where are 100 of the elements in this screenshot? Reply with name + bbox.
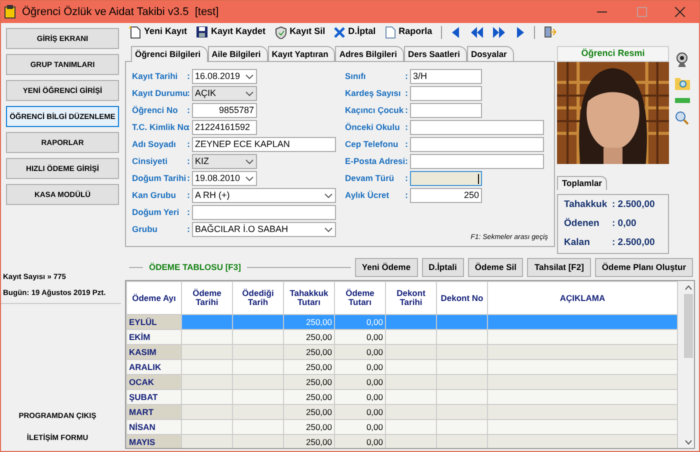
table-cell: 250,00 (284, 330, 334, 344)
new-document-icon (129, 26, 141, 38)
table-cell: 0,00 (334, 314, 386, 330)
table-cell (386, 390, 436, 404)
colon: : (187, 104, 191, 117)
table-cell: 0,00 (334, 374, 386, 390)
payment-button[interactable]: D.İptali (422, 258, 464, 276)
toolbar-button[interactable]: Kayıt Kaydet (196, 25, 266, 39)
window-title: Öğrenci Özlük ve Aidat Takibi v3.5 [test] (22, 4, 219, 20)
photo-header: Öğrenci Resmi (557, 46, 669, 62)
chevron-down-icon (245, 90, 254, 96)
total-value: : 0,00 (612, 216, 636, 231)
double-arrow-left-icon[interactable] (470, 26, 484, 38)
total-label: Ödenen (564, 216, 600, 231)
column-header[interactable]: Ödeme Ayı (126, 282, 182, 314)
table-cell: 0,00 (334, 404, 386, 420)
input-field[interactable] (410, 120, 544, 135)
table-cell (386, 404, 436, 420)
payment-button[interactable]: Tahsilat [F2] (527, 258, 591, 276)
search-icon[interactable] (675, 111, 689, 125)
dropdown[interactable]: BAĞCILAR İ.O SABAH (192, 222, 336, 237)
shield-icon (274, 26, 287, 38)
total-value: : 2.500,00 (612, 198, 655, 212)
tab[interactable]: Adres Bilgileri (335, 46, 404, 61)
table-cell (436, 360, 488, 374)
payment-button[interactable]: Ödeme Sil (468, 258, 524, 276)
total-label: Tahakkuk (564, 198, 608, 212)
input-field[interactable]: 21224161592 (192, 120, 257, 135)
table-cell: 0,00 (334, 344, 386, 360)
chevron-down-icon (324, 192, 333, 198)
toolbar-button[interactable]: Raporla (384, 25, 432, 39)
dropdown[interactable]: 19.08.2010 (192, 171, 257, 186)
column-header[interactable]: AÇIKLAMA (488, 282, 678, 314)
colon: : (187, 70, 191, 83)
double-arrow-right-icon[interactable] (493, 26, 506, 38)
field-label: Grubu (132, 223, 158, 236)
close-icon[interactable] (675, 7, 685, 17)
arrow-left-icon[interactable] (451, 26, 460, 38)
table-cell (386, 420, 436, 434)
input-field[interactable] (410, 137, 544, 152)
colon: : (187, 120, 191, 134)
field-label: Önceki Okulu (345, 121, 401, 134)
input-field[interactable] (192, 205, 336, 220)
chevron-down-icon (245, 158, 254, 164)
table-cell (232, 360, 284, 374)
input-field[interactable]: ZEYNEP ECE KAPLAN (192, 137, 336, 152)
table-cell: 250,00 (284, 420, 334, 434)
input-field[interactable] (410, 154, 544, 169)
dropdown[interactable]: A RH (+) (192, 188, 336, 203)
tab[interactable]: Öğrenci Bilgileri (131, 46, 208, 62)
webcam-icon[interactable] (675, 52, 689, 68)
input-field[interactable]: 9855787 (192, 103, 257, 118)
field-label: E-Posta Adresi (345, 155, 405, 168)
table-cell (232, 404, 284, 420)
month-cell: EKİM (126, 330, 182, 344)
table-cell (232, 420, 284, 434)
toolbar-button[interactable]: Yeni Kayıt (129, 25, 188, 39)
dropdown[interactable]: 16.08.2019 (192, 69, 257, 84)
table-cell: 0,00 (334, 330, 386, 344)
chevron-down-icon (245, 176, 254, 182)
payment-button[interactable]: Yeni Ödeme (354, 258, 418, 276)
input-field[interactable] (410, 171, 482, 186)
tab[interactable]: Kayıt Yaptıran (268, 46, 336, 61)
table-cell: 0,00 (334, 360, 386, 374)
table-cell (232, 434, 284, 448)
field-label: T.C. Kimlik No (132, 121, 187, 134)
table-cell (436, 314, 488, 330)
colon: : (187, 206, 191, 219)
scroll-down-icon[interactable] (684, 440, 692, 445)
input-field[interactable]: 250 (410, 188, 482, 203)
field-label: Aylık Ücret (345, 189, 390, 202)
table-cell: 250,00 (284, 390, 334, 404)
field-label: Öğrenci No (132, 104, 179, 117)
colon: : (405, 120, 409, 134)
arrow-right-icon[interactable] (516, 26, 526, 38)
table-cell (232, 344, 284, 360)
exit-icon[interactable] (544, 26, 556, 38)
table-cell: 250,00 (284, 314, 334, 330)
colon: : (405, 104, 409, 117)
field-label: Doğum Yeri (132, 206, 180, 219)
toolbar-button[interactable]: Kayıt Sil (274, 25, 326, 39)
field-label: Doğum Tarihi (132, 172, 187, 185)
folder-search-icon[interactable] (674, 76, 690, 90)
scroll-up-icon[interactable] (684, 285, 692, 290)
field-label: Kan Grubu (132, 189, 177, 202)
table-cell (386, 344, 436, 360)
tab[interactable]: Aile Bilgileri (208, 46, 268, 61)
table-cell (232, 314, 284, 330)
toolbar-button[interactable]: D.İptal (334, 25, 376, 39)
tab[interactable]: Ders Saatleri (404, 46, 467, 61)
chevron-down-icon (245, 74, 254, 80)
payment-button[interactable]: Ödeme Planı Oluştur (594, 258, 693, 276)
section-title: ÖDEME TABLOSU [F3] (148, 260, 242, 274)
input-field[interactable] (410, 86, 482, 101)
input-field[interactable] (410, 103, 482, 118)
app-icon (4, 5, 16, 19)
minus-icon[interactable] (674, 98, 690, 103)
tab[interactable]: Dosyalar (466, 46, 514, 61)
colon: : (405, 70, 409, 83)
input-field[interactable]: 3/H (410, 69, 482, 84)
